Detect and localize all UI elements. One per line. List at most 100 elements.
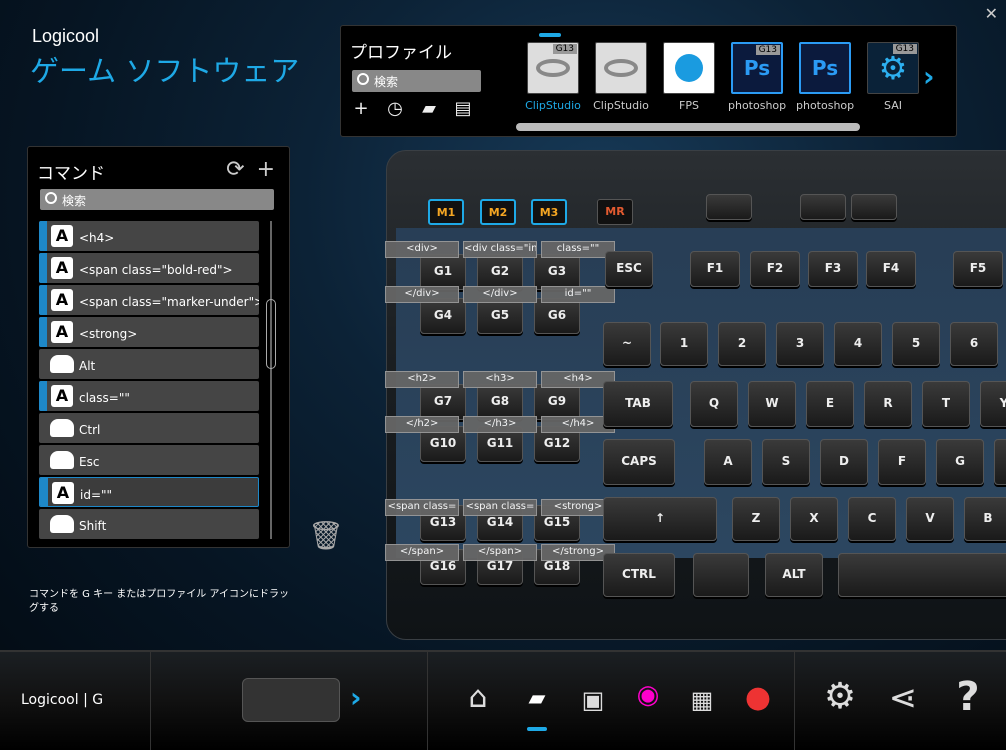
letter-key[interactable]: Y — [980, 381, 1006, 427]
profile-item[interactable]: ClipStudio — [592, 42, 650, 122]
chevron-right-icon[interactable]: › — [350, 681, 362, 714]
close-icon[interactable]: ✕ — [985, 4, 998, 23]
m-key-m2[interactable]: M2 — [480, 199, 516, 225]
lighting-icon[interactable]: ◉ — [628, 680, 668, 720]
command-item[interactable]: Alt — [39, 349, 259, 379]
g-key-g5[interactable]: G5 — [477, 298, 523, 334]
letter-key[interactable]: H — [994, 439, 1006, 485]
m-key-m3[interactable]: M3 — [531, 199, 567, 225]
lcd-icon[interactable]: ▣ — [573, 686, 613, 726]
share-icon[interactable]: ⋖ — [883, 678, 923, 718]
command-item[interactable]: A <strong> — [39, 317, 259, 347]
profile-item[interactable]: G13 ClipStudio — [524, 42, 582, 122]
letter-key[interactable]: T — [922, 381, 970, 427]
number-key[interactable]: 2 — [718, 322, 766, 366]
profile-search-input[interactable]: 検索 — [352, 70, 481, 92]
memory-icon[interactable]: ▦ — [682, 686, 722, 726]
windows-key[interactable] — [693, 553, 749, 597]
profile-item[interactable]: Ps photoshop — [796, 42, 854, 122]
command-search-input[interactable]: 検索 — [40, 189, 274, 210]
device-keyboard-icon[interactable] — [242, 678, 340, 722]
letter-key[interactable]: ↑ — [603, 497, 717, 541]
g-key-g6[interactable]: G6 — [534, 298, 580, 334]
letter-key[interactable]: CAPS LOCK — [603, 439, 675, 510]
command-item[interactable]: A <span class="bold-red"> — [39, 253, 259, 283]
f-key[interactable]: F1 — [690, 251, 740, 287]
command-item[interactable]: Shift — [39, 509, 259, 539]
home-icon[interactable]: ⌂ — [458, 680, 498, 720]
clock-icon[interactable]: ◷ — [385, 98, 405, 119]
f-key[interactable]: F5 — [953, 251, 1003, 287]
mute-key[interactable] — [851, 194, 897, 220]
m-key-m1[interactable]: M1 — [428, 199, 464, 225]
command-scrollbar[interactable] — [266, 299, 276, 369]
g-key-g1[interactable]: G1 — [420, 254, 466, 290]
number-key[interactable]: 3 — [776, 322, 824, 366]
m-key-mr[interactable]: MR — [597, 199, 633, 225]
letter-key[interactable]: C — [848, 497, 896, 541]
f-key[interactable]: F4 — [866, 251, 916, 287]
ctrl-key[interactable]: CTRL — [603, 553, 675, 597]
number-key[interactable]: 6 — [950, 322, 998, 366]
f-key[interactable]: F2 — [750, 251, 800, 287]
letter-key[interactable]: TAB — [603, 381, 673, 427]
letter-key[interactable]: E — [806, 381, 854, 427]
g-key-g3[interactable]: G3 — [534, 254, 580, 290]
profile-item[interactable]: FPS — [660, 42, 718, 122]
letter-key[interactable]: Z — [732, 497, 780, 541]
number-key[interactable]: 4 — [834, 322, 882, 366]
letter-key[interactable]: W — [748, 381, 796, 427]
command-item[interactable]: Aclass="" — [39, 381, 259, 411]
command-item[interactable]: Aid="" — [39, 477, 259, 507]
number-key[interactable]: ~ — [603, 322, 651, 366]
chevron-right-icon[interactable]: › — [923, 60, 935, 93]
alt-key[interactable]: ALT — [765, 553, 823, 597]
trash-icon[interactable]: 🗑 — [308, 519, 344, 552]
photoshop-icon: Ps — [799, 42, 851, 94]
f-key[interactable]: F3 — [808, 251, 858, 287]
profile-label: SAI — [884, 99, 902, 112]
g-key-g8[interactable]: G8 — [477, 384, 523, 420]
letter-key[interactable]: S — [762, 439, 810, 485]
letter-key[interactable]: B — [964, 497, 1006, 541]
esc-key[interactable]: ESC — [605, 251, 653, 287]
profile-toolbar: + ◷ ▰ ▤ — [351, 98, 473, 119]
backlight-key[interactable] — [800, 194, 846, 220]
profile-item[interactable]: Ps G13 photoshop — [728, 42, 786, 122]
letter-key[interactable]: G — [936, 439, 984, 485]
number-key[interactable]: 5 — [892, 322, 940, 366]
space-key[interactable] — [838, 553, 1006, 597]
g-key-g4[interactable]: G4 — [420, 298, 466, 334]
gear-icon[interactable]: ⚙ — [820, 676, 860, 717]
profile-item[interactable]: ⚙ G13 SAI — [864, 42, 922, 122]
letter-key[interactable]: Q — [690, 381, 738, 427]
letter-key[interactable]: X — [790, 497, 838, 541]
drag-hint: コマンドを G キー またはプロファイル アイコンにドラッグする — [29, 589, 289, 614]
letter-key[interactable]: A — [704, 439, 752, 485]
letter-key[interactable]: F — [878, 439, 926, 485]
command-label: <strong> — [79, 327, 138, 341]
help-icon[interactable]: ? — [948, 674, 988, 720]
printer-icon[interactable]: ▤ — [453, 98, 473, 119]
profile-scrollbar[interactable] — [516, 123, 860, 131]
command-item[interactable]: Ctrl — [39, 413, 259, 443]
g-key-g7[interactable]: G7 — [420, 384, 466, 420]
command-item[interactable]: A <h4> — [39, 221, 259, 251]
g-key-g9[interactable]: G9 — [534, 384, 580, 420]
letter-key[interactable]: V — [906, 497, 954, 541]
add-icon[interactable]: + — [257, 157, 275, 182]
folder-icon[interactable]: ▰ — [419, 98, 439, 119]
number-key[interactable]: 1 — [660, 322, 708, 366]
g-key-icon[interactable]: ▰ — [517, 686, 557, 726]
heatmap-icon[interactable]: ● — [738, 680, 778, 720]
command-label: <span class="marker-under"> — [79, 295, 259, 309]
command-item[interactable]: A <span class="marker-under"> — [39, 285, 259, 315]
add-icon[interactable]: + — [351, 98, 371, 119]
g-key-g2[interactable]: G2 — [477, 254, 523, 290]
letter-key[interactable]: D — [820, 439, 868, 485]
refresh-icon[interactable]: ⟳ — [226, 157, 244, 182]
macro-record-key[interactable] — [706, 194, 752, 220]
command-list: A <h4> A <span class="bold-red"> A <span clas… — [39, 221, 259, 541]
letter-key[interactable]: R — [864, 381, 912, 427]
command-item[interactable]: Esc — [39, 445, 259, 475]
